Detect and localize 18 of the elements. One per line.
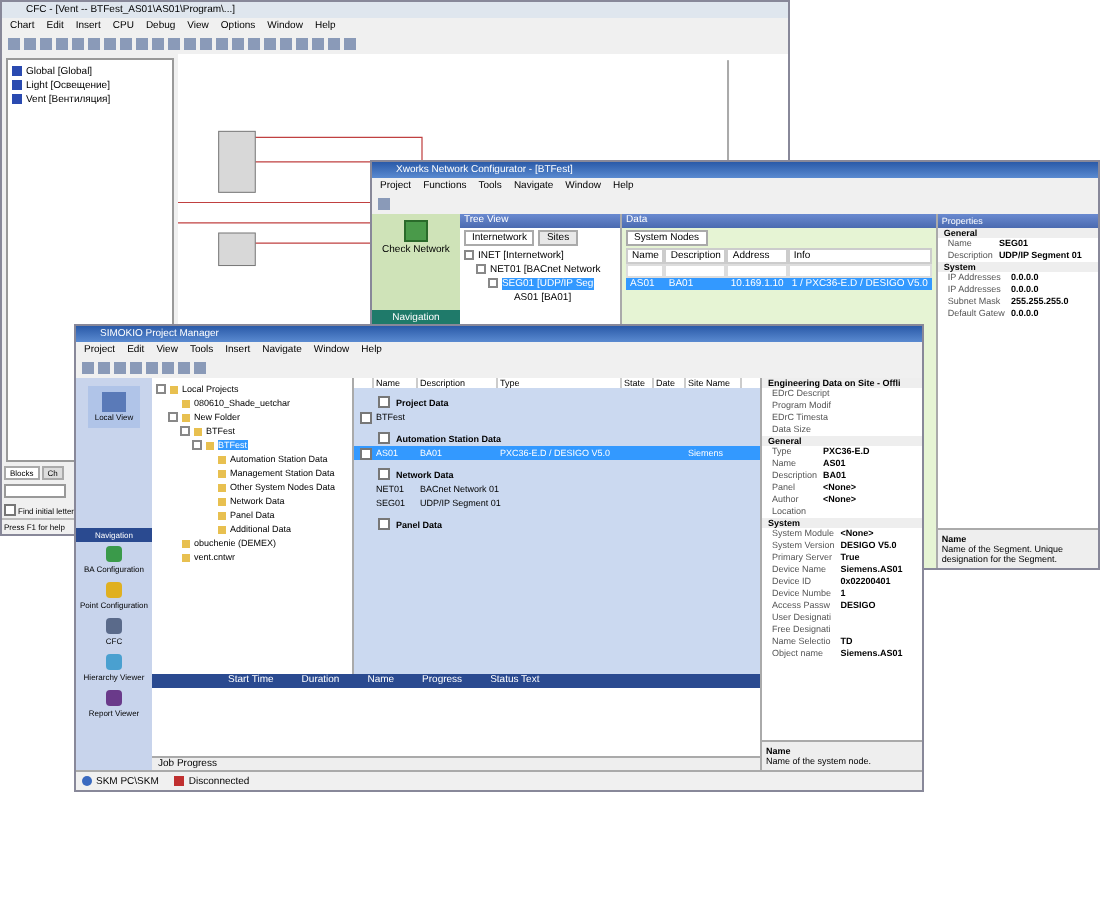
function-block[interactable] <box>218 232 256 267</box>
filter-field[interactable] <box>626 264 665 278</box>
checkbox[interactable] <box>378 468 390 480</box>
checkbox[interactable] <box>360 411 372 423</box>
checkbox[interactable] <box>4 504 16 516</box>
expander-icon[interactable] <box>156 384 166 394</box>
status-icon <box>174 776 185 786</box>
input-field[interactable] <box>4 484 66 498</box>
status-icon <box>82 776 92 786</box>
filter-field[interactable] <box>787 264 932 278</box>
checkbox[interactable] <box>378 518 390 530</box>
toolbar-icon[interactable] <box>378 198 390 210</box>
checkbox[interactable] <box>360 447 372 459</box>
filter-field[interactable] <box>726 264 788 278</box>
checkbox[interactable] <box>378 432 390 444</box>
checkbox[interactable] <box>378 396 390 408</box>
filter-field[interactable] <box>664 264 727 278</box>
function-block[interactable] <box>218 130 256 193</box>
